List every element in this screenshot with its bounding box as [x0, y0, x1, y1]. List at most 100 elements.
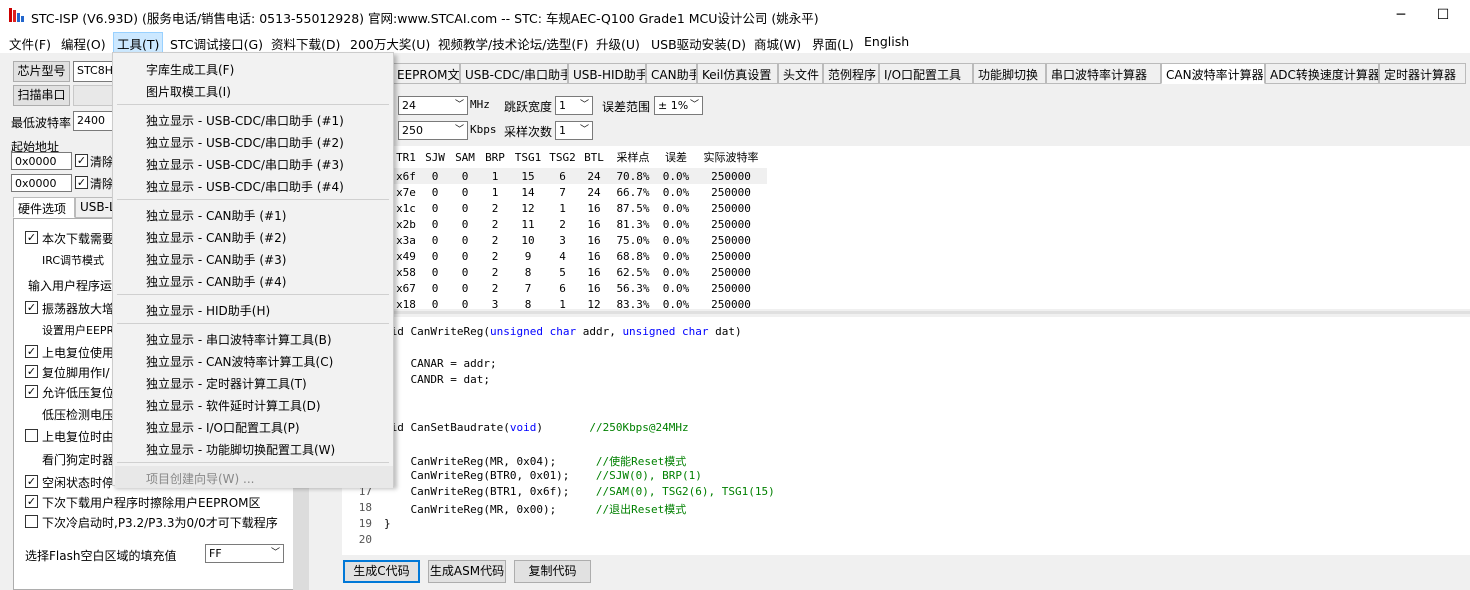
- table-row[interactable]: x3a 0 0 2 10 3 16 75.0% 0.0% 250000: [392, 232, 767, 248]
- start-addr-input-2[interactable]: 0x0000: [11, 174, 72, 192]
- table-cell: 0.0%: [662, 217, 690, 231]
- tools-menu-item[interactable]: 独立显示 - USB-CDC/串口助手 (#1): [146, 112, 344, 129]
- option-checkbox-0[interactable]: ✓: [25, 231, 38, 244]
- table-row[interactable]: x58 0 0 2 8 5 16 62.5% 0.0% 250000: [392, 264, 767, 280]
- menu-upgrade[interactable]: 升级(U): [596, 34, 640, 53]
- tools-menu-item[interactable]: 独立显示 - CAN助手 (#2): [146, 229, 286, 246]
- tools-menu-item[interactable]: 独立显示 - I/O口配置工具(P): [146, 419, 300, 436]
- option-checkbox-3[interactable]: ✓: [25, 301, 38, 314]
- table-cell: 0: [461, 185, 469, 199]
- clear-checkbox-2[interactable]: ✓: [75, 176, 88, 189]
- table-cell: 14: [521, 185, 535, 199]
- tools-menu-item[interactable]: 独立显示 - USB-CDC/串口助手 (#4): [146, 178, 344, 195]
- table-cell: 66.7%: [616, 185, 650, 199]
- menu-video[interactable]: 视频教学/技术论坛/选型(F): [438, 34, 588, 53]
- col-header: 实际波特率: [703, 151, 759, 164]
- table-row[interactable]: x2b 0 0 2 11 2 16 81.3% 0.0% 250000: [392, 216, 767, 232]
- chip-model-button[interactable]: 芯片型号: [13, 61, 70, 82]
- clear-checkbox-1[interactable]: ✓: [75, 154, 88, 167]
- tools-menu-item[interactable]: 独立显示 - USB-CDC/串口助手 (#2): [146, 134, 344, 151]
- menu-usb-driver[interactable]: USB驱动安装(D): [651, 34, 746, 53]
- menu-separator: [117, 104, 389, 105]
- option-label-1: IRC调节模式: [42, 254, 105, 267]
- tools-menu-item[interactable]: 独立显示 - USB-CDC/串口助手 (#3): [146, 156, 344, 173]
- tab-usb-link[interactable]: USB-L: [75, 197, 113, 218]
- code-line: CanWriteReg(MR, 0x00); //退出Reset模式: [384, 503, 687, 516]
- menu-english[interactable]: English: [864, 34, 909, 49]
- line-number: 19: [358, 517, 372, 530]
- tab-eeprom-file[interactable]: EEPROM文件: [392, 63, 460, 84]
- tools-menu-item[interactable]: 图片取模工具(I): [146, 83, 231, 100]
- freq-select[interactable]: 24 ﹀: [398, 96, 468, 115]
- option-checkbox-11[interactable]: ✓: [25, 475, 38, 488]
- menu-ui[interactable]: 界面(L): [812, 34, 854, 53]
- option-checkbox-5[interactable]: ✓: [25, 345, 38, 358]
- code-editor[interactable]: oid CanWriteReg(unsigned char addr, unsi…: [342, 317, 1470, 555]
- jump-width-select[interactable]: 1 ﹀: [555, 96, 593, 115]
- chevron-down-icon: ﹀: [270, 548, 280, 558]
- option-checkbox-6[interactable]: ✓: [25, 365, 38, 378]
- start-addr-input-1[interactable]: 0x0000: [11, 152, 72, 170]
- menu-award[interactable]: 200万大奖(U): [350, 34, 430, 53]
- generate-asm-button[interactable]: 生成ASM代码: [428, 560, 506, 583]
- tools-menu-item[interactable]: 独立显示 - CAN助手 (#3): [146, 251, 286, 268]
- menu-shop[interactable]: 商城(W): [754, 34, 801, 53]
- fill-value-select[interactable]: FF ﹀: [205, 544, 284, 563]
- tab-can-baud-calc[interactable]: CAN波特率计算器: [1161, 63, 1265, 84]
- table-row[interactable]: x67 0 0 2 7 6 16 56.3% 0.0% 250000: [392, 280, 767, 296]
- table-cell: 250000: [711, 169, 751, 183]
- scan-port-button[interactable]: 扫描串口: [13, 85, 70, 106]
- tab-hardware-options[interactable]: 硬件选项: [13, 197, 75, 218]
- tools-menu-item[interactable]: 独立显示 - 串口波特率计算工具(B): [146, 331, 332, 348]
- tools-menu-item[interactable]: 独立显示 - 功能脚切换配置工具(W): [146, 441, 335, 458]
- tab-io-config[interactable]: I/O口配置工具: [879, 63, 973, 84]
- tab-pin-switch[interactable]: 功能脚切换: [973, 63, 1046, 84]
- tab-uart-baud-calc[interactable]: 串口波特率计算器: [1046, 63, 1161, 84]
- code-line: CanWriteReg(BTR1, 0x6f); //SAM(0), TSG2(…: [384, 485, 775, 498]
- tab-adc-speed-calc[interactable]: ADC转换速度计算器: [1265, 63, 1379, 84]
- tab-usb-cdc-serial[interactable]: USB-CDC/串口助手: [460, 63, 568, 84]
- port-select[interactable]: [73, 85, 113, 106]
- tools-menu-item[interactable]: 独立显示 - CAN助手 (#1): [146, 207, 286, 224]
- tools-menu-item[interactable]: 独立显示 - HID助手(H): [146, 302, 270, 319]
- tools-menu-item[interactable]: 独立显示 - CAN波特率计算工具(C): [146, 353, 333, 370]
- splitter[interactable]: [342, 311, 1470, 314]
- copy-code-button[interactable]: 复制代码: [514, 560, 591, 583]
- table-cell: 0: [431, 249, 439, 263]
- tab-header-file[interactable]: 头文件: [778, 63, 823, 84]
- option-checkbox-13[interactable]: [25, 515, 38, 528]
- table-row[interactable]: x18 0 0 3 8 1 12 83.3% 0.0% 250000: [392, 296, 767, 310]
- maximize-button[interactable]: ☐: [1420, 3, 1466, 29]
- chip-model-select[interactable]: STC8H: [73, 61, 113, 82]
- option-checkbox-9[interactable]: [25, 429, 38, 442]
- table-cell: 83.3%: [616, 297, 650, 310]
- table-row[interactable]: x1c 0 0 2 12 1 16 87.5% 0.0% 250000: [392, 200, 767, 216]
- min-baud-select[interactable]: 2400: [73, 111, 113, 131]
- option-checkbox-12[interactable]: ✓: [25, 495, 38, 508]
- tools-menu-item[interactable]: 字库生成工具(F): [146, 61, 234, 78]
- menu-debug[interactable]: STC调试接口(G): [170, 34, 263, 53]
- tab-can-helper[interactable]: CAN助手: [646, 63, 697, 84]
- tools-menu-item[interactable]: 独立显示 - 软件延时计算工具(D): [146, 397, 321, 414]
- table-row[interactable]: x6f 0 0 1 15 6 24 70.8% 0.0% 250000: [392, 168, 767, 184]
- table-cell: 5: [559, 265, 566, 279]
- tools-menu-item[interactable]: 独立显示 - 定时器计算工具(T): [146, 375, 307, 392]
- baud-select[interactable]: 250 ﹀: [398, 121, 468, 140]
- error-range-select[interactable]: ± 1% ﹀: [654, 96, 703, 115]
- menu-program[interactable]: 编程(O): [61, 34, 106, 53]
- tab-timer-calc[interactable]: 定时器计算器: [1379, 63, 1466, 84]
- generate-c-button[interactable]: 生成C代码: [343, 560, 420, 583]
- col-header: TSG1: [514, 150, 542, 164]
- option-checkbox-7[interactable]: ✓: [25, 385, 38, 398]
- menu-download[interactable]: 资料下载(D): [271, 34, 340, 53]
- tools-menu-item[interactable]: 独立显示 - CAN助手 (#4): [146, 273, 286, 290]
- baud-value: 250: [402, 124, 423, 137]
- table-row[interactable]: x49 0 0 2 9 4 16 68.8% 0.0% 250000: [392, 248, 767, 264]
- minimize-button[interactable]: ─: [1378, 3, 1424, 29]
- tab-examples[interactable]: 范例程序: [823, 63, 879, 84]
- table-row[interactable]: x7e 0 0 1 14 7 24 66.7% 0.0% 250000: [392, 184, 767, 200]
- sample-count-select[interactable]: 1 ﹀: [555, 121, 593, 140]
- tab-keil-sim[interactable]: Keil仿真设置: [697, 63, 778, 84]
- tab-usb-hid[interactable]: USB-HID助手: [568, 63, 646, 84]
- menu-file[interactable]: 文件(F): [9, 34, 51, 53]
